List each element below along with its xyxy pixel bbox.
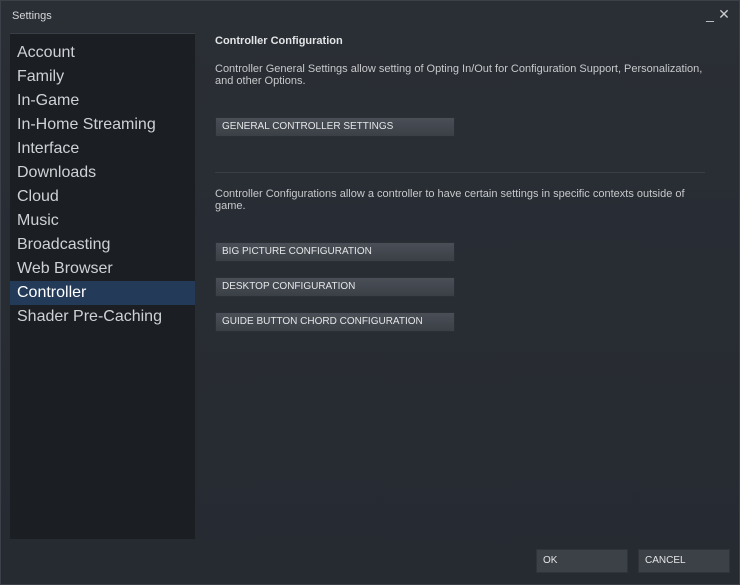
sidebar-item-in-home-streaming[interactable]: In-Home Streaming — [10, 113, 195, 137]
desktop-configuration-button[interactable]: DESKTOP CONFIGURATION — [215, 277, 455, 297]
general-controller-settings-button[interactable]: GENERAL CONTROLLER SETTINGS — [215, 117, 455, 137]
guide-button-chord-configuration-button[interactable]: GUIDE BUTTON CHORD CONFIGURATION — [215, 312, 455, 332]
title-bar[interactable]: Settings _ ✕ — [1, 1, 739, 31]
sidebar-item-interface[interactable]: Interface — [10, 137, 195, 161]
sidebar-item-family[interactable]: Family — [10, 65, 195, 89]
section-divider — [215, 172, 705, 173]
settings-window: Settings _ ✕ Account Family In-Game In-H… — [0, 0, 740, 585]
sidebar-item-cloud[interactable]: Cloud — [10, 185, 195, 209]
close-icon[interactable]: ✕ — [717, 6, 731, 22]
configurations-description: Controller Configurations allow a contro… — [215, 188, 685, 212]
general-settings-description: Controller General Settings allow settin… — [215, 63, 703, 87]
window-title: Settings — [12, 10, 52, 22]
minimize-icon[interactable]: _ — [703, 6, 717, 22]
sidebar-item-downloads[interactable]: Downloads — [10, 161, 195, 185]
settings-sidebar: Account Family In-Game In-Home Streaming… — [10, 33, 195, 539]
ok-button[interactable]: OK — [536, 549, 628, 573]
big-picture-configuration-button[interactable]: BIG PICTURE CONFIGURATION — [215, 242, 455, 262]
sidebar-item-shader-pre-caching[interactable]: Shader Pre-Caching — [10, 305, 195, 329]
sidebar-item-account[interactable]: Account — [10, 41, 195, 65]
sidebar-item-in-game[interactable]: In-Game — [10, 89, 195, 113]
sidebar-item-controller[interactable]: Controller — [10, 281, 195, 305]
sidebar-item-web-browser[interactable]: Web Browser — [10, 257, 195, 281]
sidebar-item-broadcasting[interactable]: Broadcasting — [10, 233, 195, 257]
section-heading: Controller Configuration — [215, 35, 343, 47]
sidebar-item-music[interactable]: Music — [10, 209, 195, 233]
cancel-button[interactable]: CANCEL — [638, 549, 730, 573]
